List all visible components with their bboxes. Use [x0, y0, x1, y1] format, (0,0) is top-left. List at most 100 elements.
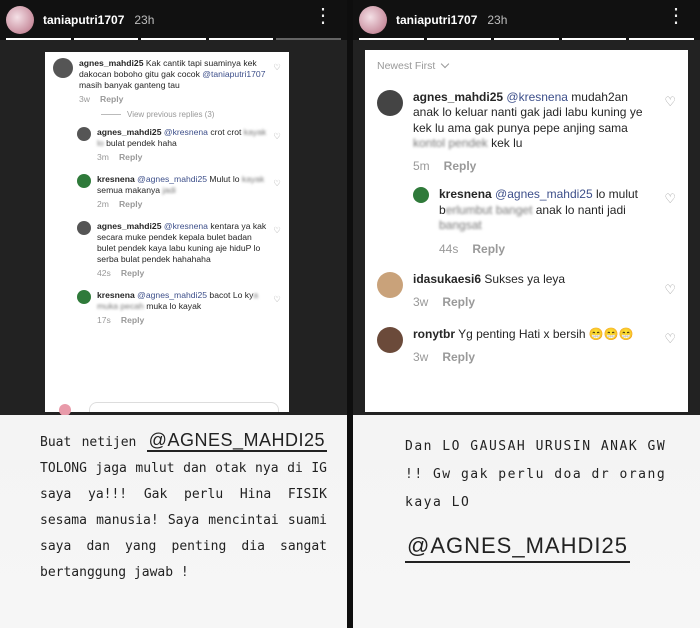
- reply-button[interactable]: Reply: [442, 350, 475, 364]
- comment-mention[interactable]: @agnes_mahdi25: [137, 174, 207, 184]
- heart-icon[interactable]: ♡: [664, 191, 676, 207]
- right-story: taniaputri1707 23h ⋮ Newest First agnes_…: [353, 0, 700, 628]
- comment: ronytbr Yg penting Hati x bersih 😁😁😁 3w R…: [377, 326, 676, 365]
- caption-text: Dan LO GAUSAH URUSIN ANAK GW !! Gw gak p…: [405, 439, 667, 510]
- more-options-icon[interactable]: ⋮: [666, 6, 686, 26]
- comment-text: bulat pendek haha: [103, 138, 177, 148]
- username[interactable]: taniaputri1707: [43, 13, 124, 27]
- heart-icon[interactable]: ♡: [273, 294, 281, 305]
- comment: idasukaesi6 Sukses ya leya 3w Reply ♡: [377, 271, 676, 309]
- avatar[interactable]: [6, 6, 34, 34]
- comment-mention[interactable]: @agnes_mahdi25: [495, 187, 593, 201]
- comment-username[interactable]: agnes_mahdi25: [97, 127, 161, 137]
- comment-screenshot: Newest First agnes_mahdi25 @kresnena mud…: [365, 50, 688, 412]
- commenter-avatar[interactable]: [77, 221, 91, 235]
- comment-age: 44s: [439, 241, 459, 256]
- reply-button[interactable]: Reply: [444, 159, 477, 173]
- blurred-text: bangsat: [439, 218, 482, 233]
- heart-icon[interactable]: ♡: [273, 131, 281, 142]
- comment: agnes_mahdi25 @kresnena mudah2an anak lo…: [377, 90, 676, 173]
- story-caption: Dan LO GAUSAH URUSIN ANAK GW !! Gw gak p…: [353, 415, 700, 628]
- commenter-avatar[interactable]: [413, 187, 429, 204]
- comment: agnes_mahdi25 Kak cantik tapi suaminya k…: [53, 58, 281, 104]
- comment-mention[interactable]: @taniaputri1707: [202, 69, 265, 79]
- comment-username[interactable]: agnes_mahdi25: [413, 90, 503, 104]
- comment-text: anak lo nanti jadi: [532, 202, 626, 217]
- reply-button[interactable]: Reply: [121, 268, 144, 278]
- username[interactable]: taniaputri1707: [396, 13, 477, 27]
- reply-button[interactable]: Reply: [121, 315, 144, 325]
- comment-mention[interactable]: @kresnena: [164, 127, 208, 137]
- comment-username[interactable]: agnes_mahdi25: [97, 221, 161, 231]
- reply-button[interactable]: Reply: [442, 295, 475, 309]
- comment-age: 42s: [97, 268, 111, 278]
- left-story: taniaputri1707 23h ⋮ agnes_mahdi25 Kak c…: [0, 0, 347, 628]
- reply-field[interactable]: [89, 402, 279, 412]
- heart-icon[interactable]: ♡: [664, 282, 676, 298]
- comment-text: kek lu: [487, 136, 523, 151]
- commenter-avatar[interactable]: [377, 271, 403, 298]
- reply-input-bar[interactable]: [45, 398, 289, 416]
- reply-button[interactable]: Reply: [119, 152, 142, 162]
- comment-text: muka lo kayak: [143, 301, 202, 311]
- comment-age: 3w: [413, 350, 429, 365]
- story-progress: [359, 38, 694, 40]
- story-header: taniaputri1707 23h ⋮: [0, 0, 347, 40]
- story-header: taniaputri1707 23h ⋮: [353, 0, 700, 40]
- commenter-avatar[interactable]: [377, 326, 403, 353]
- caption-text: TOLONG jaga mulut dan otak nya di IG say…: [40, 461, 327, 580]
- caption-handle[interactable]: @AGNES_MAHDI25: [146, 430, 327, 452]
- comment-username[interactable]: kresnena: [97, 290, 135, 300]
- story-caption: Buat netijen @AGNES_MAHDI25 TOLONG jaga …: [0, 415, 347, 628]
- comment-username[interactable]: agnes_mahdi25: [79, 58, 143, 68]
- heart-icon[interactable]: ♡: [273, 178, 281, 189]
- blurred-text: kayak: [241, 174, 265, 184]
- avatar[interactable]: [359, 6, 387, 34]
- comment-age: 2m: [97, 199, 109, 209]
- more-options-icon[interactable]: ⋮: [313, 6, 333, 26]
- blurred-text: erlumbut banget: [445, 202, 533, 217]
- comment-age: 3m: [97, 152, 109, 162]
- view-previous-replies[interactable]: View previous replies (3): [101, 110, 281, 119]
- commenter-avatar[interactable]: [377, 90, 403, 116]
- commenter-avatar[interactable]: [53, 58, 73, 78]
- comment-screenshot: agnes_mahdi25 Kak cantik tapi suaminya k…: [45, 52, 289, 416]
- comment-mention[interactable]: @agnes_mahdi25: [137, 290, 207, 300]
- commenter-avatar[interactable]: [77, 290, 91, 304]
- comment-text: Mulut lo: [207, 174, 242, 184]
- comment-username[interactable]: idasukaesi6: [413, 272, 481, 286]
- sort-dropdown[interactable]: Newest First: [377, 60, 676, 72]
- blurred-text: jadi: [162, 185, 176, 195]
- timestamp: 23h: [134, 13, 155, 27]
- comment: kresnena @agnes_mahdi25 lo mulut berlumb…: [413, 187, 676, 256]
- blurred-text: kontol pendek: [413, 136, 488, 151]
- comment-text: Yg penting Hati x bersih 😁😁😁: [458, 326, 634, 341]
- comment-text: semua makanya: [97, 185, 163, 195]
- heart-icon[interactable]: ♡: [664, 94, 676, 110]
- comment-mention[interactable]: @kresnena: [164, 221, 208, 231]
- caption-handle[interactable]: @AGNES_MAHDI25: [405, 533, 630, 563]
- comment-username[interactable]: ronytbr: [413, 327, 455, 341]
- reply-button[interactable]: Reply: [119, 199, 142, 209]
- comment-mention[interactable]: @kresnena: [506, 90, 568, 104]
- caption-text: Buat netijen: [40, 435, 147, 450]
- comment-text: Sukses ya leya: [484, 271, 566, 286]
- heart-icon[interactable]: ♡: [664, 331, 676, 347]
- comment-username[interactable]: kresnena: [97, 174, 135, 184]
- comment-age: 3w: [79, 94, 90, 104]
- timestamp: 23h: [487, 13, 508, 27]
- comment: agnes_mahdi25 @kresnena crot crot kayak …: [77, 127, 281, 162]
- story-progress: [6, 38, 341, 40]
- commenter-avatar[interactable]: [77, 127, 91, 141]
- comment-text: masih banyak ganteng tau: [79, 80, 180, 90]
- comment-age: 17s: [97, 315, 111, 325]
- heart-icon[interactable]: ♡: [273, 225, 281, 236]
- reply-button[interactable]: Reply: [100, 94, 123, 104]
- reply-button[interactable]: Reply: [472, 242, 505, 256]
- commenter-avatar[interactable]: [77, 174, 91, 188]
- comment: agnes_mahdi25 @kresnena kentara ya kak s…: [77, 221, 281, 278]
- comment: kresnena @agnes_mahdi25 bacot Lo kya muk…: [77, 290, 281, 325]
- heart-icon[interactable]: ♡: [273, 62, 281, 73]
- comment-username[interactable]: kresnena: [439, 187, 492, 201]
- comment-text: bacot Lo ky: [207, 290, 254, 300]
